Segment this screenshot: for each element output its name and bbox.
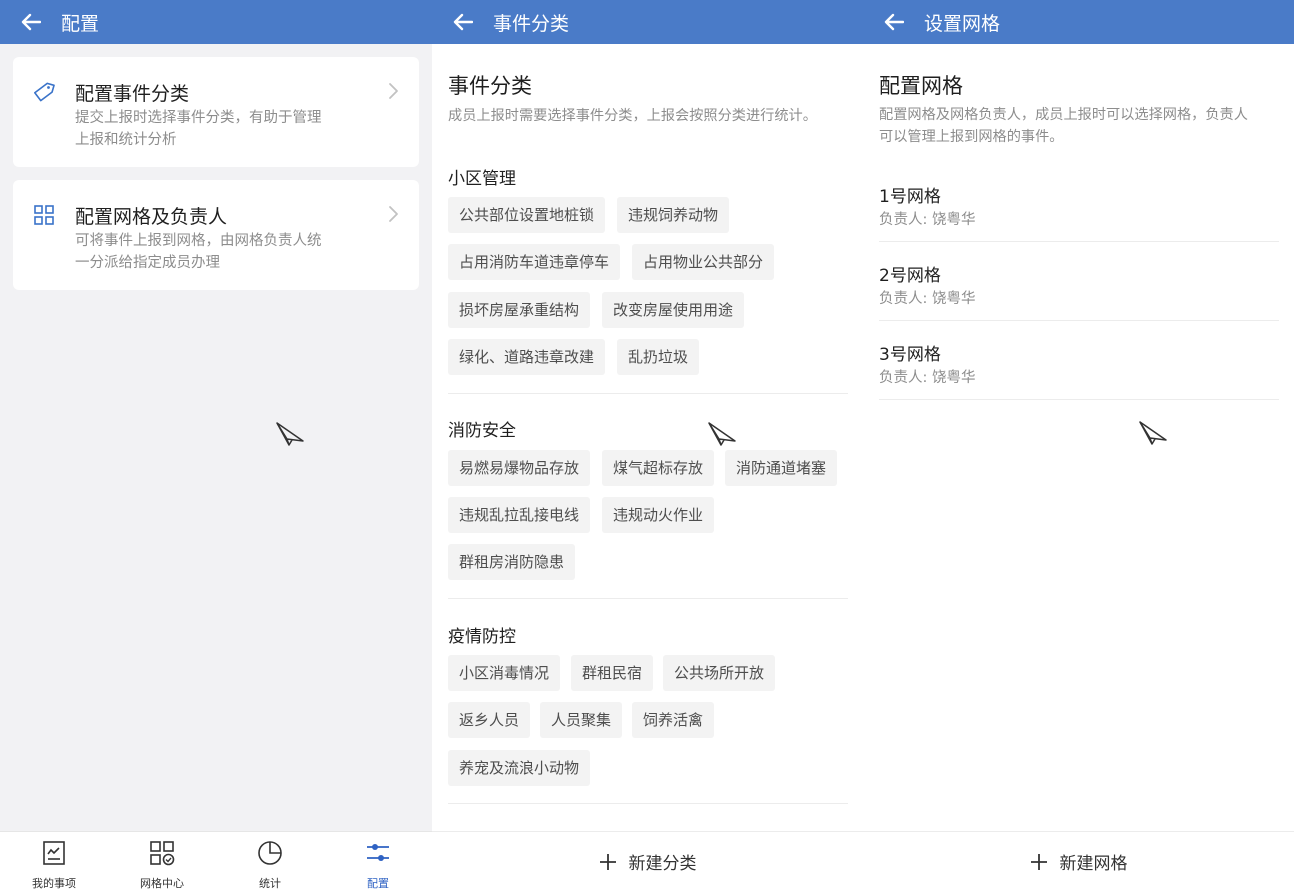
category-chip[interactable]: 消防通道堵塞 — [725, 450, 838, 486]
divider — [879, 399, 1279, 400]
config-grid-owner-card[interactable]: 配置网格及负责人 可将事件上报到网格，由网格负责人统 一分派给指定成员办理 — [13, 180, 419, 290]
sliders-icon — [367, 844, 389, 861]
section-desc: 成员上报时需要选择事件分类，上报会按照分类进行统计。 — [448, 108, 817, 124]
category-chip[interactable]: 占用消防车道违章停车 — [448, 244, 621, 280]
config-screen: 配置 配置事件分类 提交上报时选择事件分类，有助于管理 上报和统计分析 配置网格… — [0, 0, 432, 891]
nav-my-items[interactable]: 我的事项 — [0, 832, 108, 891]
chevron-right-icon — [389, 83, 398, 99]
config-event-category-card[interactable]: 配置事件分类 提交上报时选择事件分类，有助于管理 上报和统计分析 — [13, 57, 419, 167]
section-desc-line: 可以管理上报到网格的事件。 — [879, 129, 1064, 145]
paper-plane-icon — [276, 422, 304, 446]
arrow-left-icon — [453, 13, 473, 31]
nav-config[interactable]: 配置 — [324, 832, 432, 891]
category-chip[interactable]: 公共场所开放 — [663, 655, 776, 691]
card-desc-line: 上报和统计分析 — [75, 132, 177, 148]
grid-owner: 负责人: 饶粤华 — [879, 291, 976, 307]
new-category-button[interactable]: 新建分类 — [432, 831, 863, 891]
section-desc-line: 配置网格及网格负责人，成员上报时可以选择网格，负责人 — [879, 107, 1248, 123]
category-group-title: 消防安全 — [448, 421, 516, 441]
category-chip[interactable]: 养宠及流浪小动物 — [448, 750, 591, 786]
divider — [448, 803, 848, 804]
bottom-nav: 我的事项 网格中心 统计 配置 — [0, 831, 432, 891]
category-chip[interactable]: 人员聚集 — [540, 702, 623, 738]
divider — [879, 320, 1279, 321]
category-group-title: 小区管理 — [448, 169, 516, 189]
back-button[interactable] — [883, 11, 905, 33]
category-chip[interactable]: 改变房屋使用用途 — [602, 292, 745, 328]
divider — [448, 598, 848, 599]
page-title: 设置网格 — [924, 12, 1001, 35]
plus-icon — [1030, 853, 1047, 870]
divider — [448, 393, 848, 394]
card-desc-line: 提交上报时选择事件分类，有助于管理 — [75, 110, 322, 126]
tag-icon — [34, 82, 55, 102]
button-label: 新建网格 — [1059, 854, 1128, 874]
arrow-left-icon — [21, 13, 41, 31]
grid-icon — [34, 205, 54, 225]
category-chip[interactable]: 饲养活禽 — [632, 702, 715, 738]
category-chip[interactable]: 群租民宿 — [571, 655, 654, 691]
card-title: 配置事件分类 — [75, 83, 190, 105]
event-category-screen: 事件分类 事件分类 成员上报时需要选择事件分类，上报会按照分类进行统计。 小区管… — [432, 0, 863, 891]
back-button[interactable] — [20, 11, 42, 33]
category-group-title: 疫情防控 — [448, 627, 516, 647]
category-chip[interactable]: 小区消毒情况 — [448, 655, 561, 691]
nav-grid-center[interactable]: 网格中心 — [108, 832, 216, 891]
chevron-right-icon — [389, 206, 398, 222]
category-chip[interactable]: 违规动火作业 — [602, 497, 715, 533]
paper-plane-icon — [708, 422, 736, 446]
category-chip[interactable]: 违规饲养动物 — [617, 197, 730, 233]
new-grid-button[interactable]: 新建网格 — [863, 831, 1294, 891]
divider — [879, 241, 1279, 242]
page-title: 事件分类 — [493, 12, 570, 35]
pie-chart-icon — [258, 841, 282, 865]
grid-owner: 负责人: 饶粤华 — [879, 212, 976, 228]
nav-statistics[interactable]: 统计 — [216, 832, 324, 891]
nav-label: 我的事项 — [32, 877, 76, 890]
todo-list-icon — [43, 841, 65, 865]
grid-settings-screen: 设置网格 配置网格 配置网格及网格负责人，成员上报时可以选择网格，负责人 可以管… — [863, 0, 1294, 891]
plus-icon — [599, 853, 616, 870]
category-chip[interactable]: 群租房消防隐患 — [448, 544, 576, 580]
card-title: 配置网格及负责人 — [75, 206, 228, 228]
grid-name[interactable]: 1号网格 — [879, 182, 941, 207]
app-bar: 事件分类 — [432, 0, 863, 44]
category-chip[interactable]: 占用物业公共部分 — [632, 244, 775, 280]
category-chip[interactable]: 煤气超标存放 — [602, 450, 715, 486]
nav-label: 统计 — [259, 877, 281, 890]
category-chip[interactable]: 违规乱拉乱接电线 — [448, 497, 591, 533]
button-label: 新建分类 — [628, 854, 697, 874]
nav-label: 配置 — [367, 877, 389, 890]
card-desc-line: 可将事件上报到网格，由网格负责人统 — [75, 233, 322, 249]
card-desc-line: 一分派给指定成员办理 — [75, 255, 220, 271]
category-chip[interactable]: 返乡人员 — [448, 702, 531, 738]
section-heading: 配置网格 — [879, 74, 963, 98]
app-bar: 设置网格 — [863, 0, 1294, 44]
app-bar: 配置 — [0, 0, 432, 44]
grid-center-icon — [150, 841, 175, 866]
category-chip[interactable]: 公共部位设置地桩锁 — [448, 197, 606, 233]
category-chip[interactable]: 损坏房屋承重结构 — [448, 292, 591, 328]
section-heading: 事件分类 — [448, 74, 532, 98]
nav-label: 网格中心 — [140, 877, 184, 890]
category-chip[interactable]: 绿化、道路违章改建 — [448, 339, 606, 375]
paper-plane-icon — [1139, 421, 1167, 445]
category-chip[interactable]: 易燃易爆物品存放 — [448, 450, 591, 486]
grid-name[interactable]: 2号网格 — [879, 261, 941, 286]
category-chip[interactable]: 乱扔垃圾 — [617, 339, 700, 375]
back-button[interactable] — [452, 11, 474, 33]
page-title: 配置 — [61, 12, 100, 35]
arrow-left-icon — [884, 13, 904, 31]
grid-owner: 负责人: 饶粤华 — [879, 370, 976, 386]
grid-name[interactable]: 3号网格 — [879, 340, 941, 365]
